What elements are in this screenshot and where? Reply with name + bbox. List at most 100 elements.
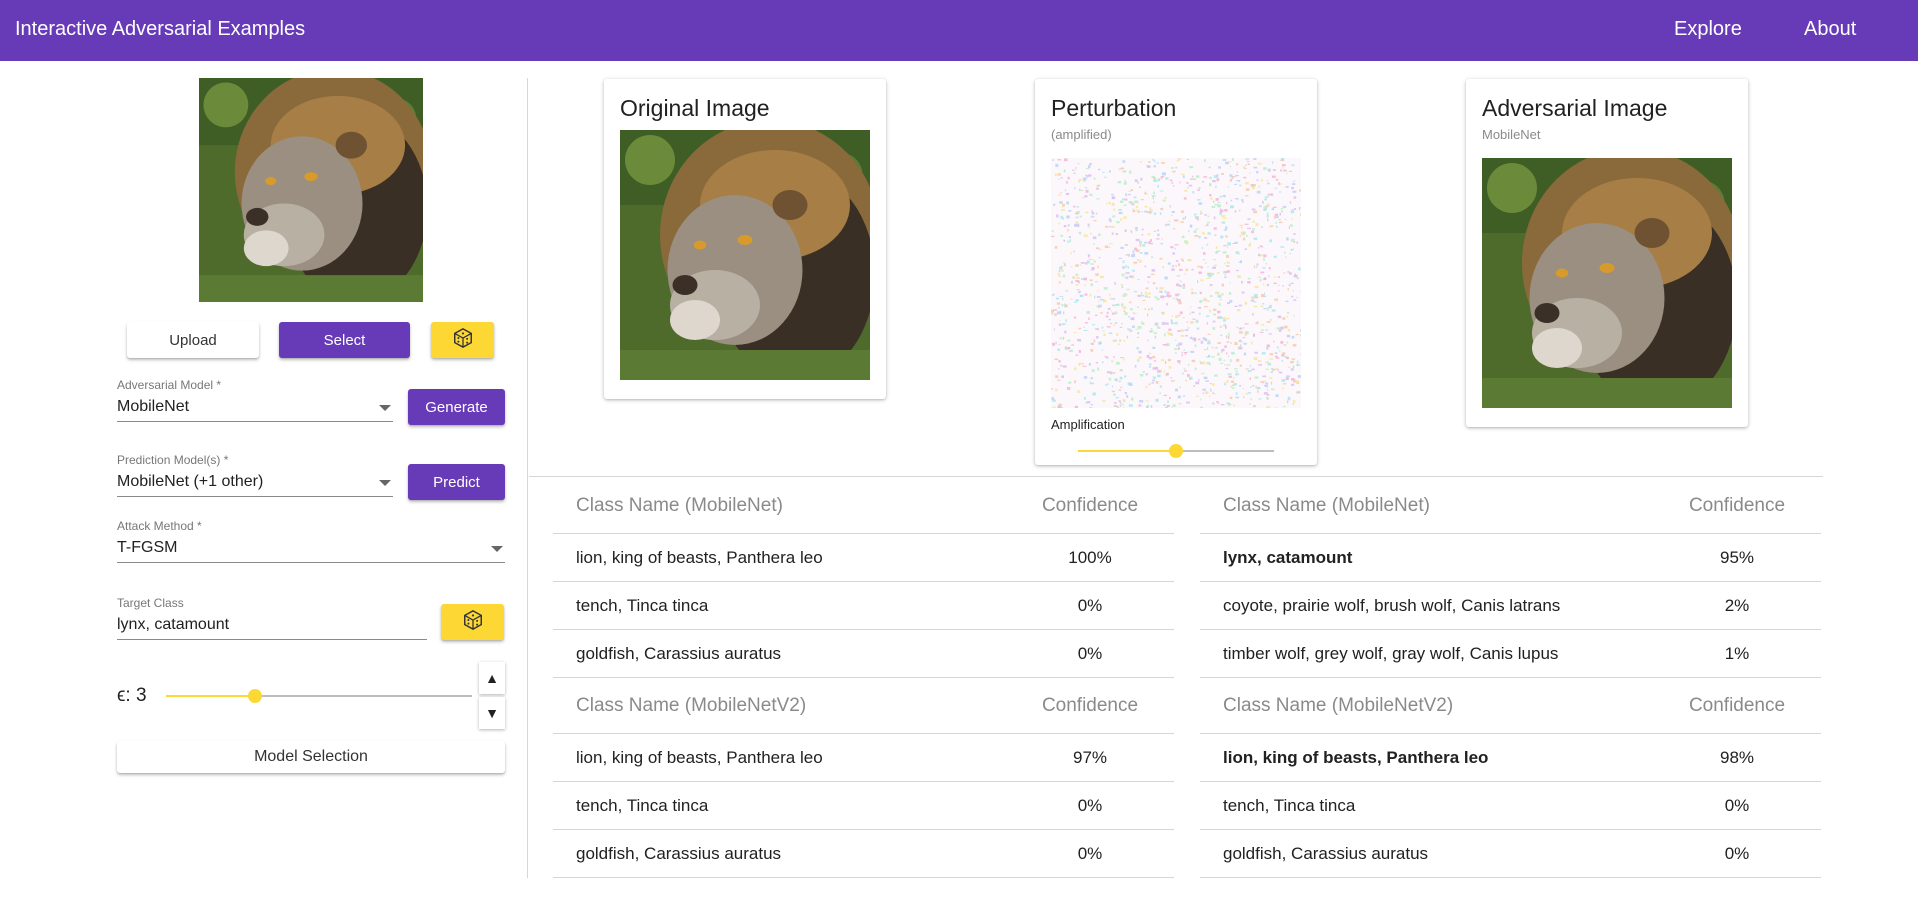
epsilon-increment-button[interactable]: ▲ bbox=[479, 662, 505, 694]
upload-button[interactable]: Upload bbox=[127, 322, 259, 358]
table-header-row: Class Name (MobileNet) Confidence bbox=[1200, 478, 1821, 534]
class-name-cell: lion, king of beasts, Panthera leo bbox=[553, 733, 1006, 782]
confidence-header: Confidence bbox=[1653, 478, 1821, 534]
random-target-button[interactable] bbox=[441, 604, 504, 640]
table-row: lion, king of beasts, Panthera leo 97% bbox=[553, 733, 1174, 782]
confidence-cell: 97% bbox=[1006, 733, 1174, 782]
confidence-cell: 0% bbox=[1006, 781, 1174, 830]
table-row: goldfish, Carassius auratus 0% bbox=[1200, 829, 1821, 878]
adversarial-image-subtitle: MobileNet bbox=[1482, 127, 1541, 142]
vertical-divider bbox=[527, 78, 528, 878]
horizontal-divider bbox=[529, 476, 1823, 477]
adversarial-model-select[interactable]: Adversarial Model * MobileNet bbox=[117, 378, 393, 422]
confidence-cell: 98% bbox=[1653, 733, 1821, 782]
class-name-cell: lion, king of beasts, Panthera leo bbox=[553, 533, 1006, 582]
prediction-models-label: Prediction Model(s) * bbox=[117, 453, 229, 467]
prediction-models-value: MobileNet (+1 other) bbox=[117, 473, 264, 490]
table-row: tench, Tinca tinca 0% bbox=[1200, 781, 1821, 830]
class-name-cell: tench, Tinca tinca bbox=[553, 581, 1006, 630]
class-name-cell: coyote, prairie wolf, brush wolf, Canis … bbox=[1200, 581, 1653, 630]
class-name-cell: timber wolf, grey wolf, gray wolf, Canis… bbox=[1200, 629, 1653, 678]
target-class-label: Target Class bbox=[117, 596, 184, 610]
generate-button[interactable]: Generate bbox=[408, 389, 505, 425]
confidence-header: Confidence bbox=[1006, 677, 1174, 734]
confidence-header: Confidence bbox=[1006, 478, 1174, 534]
table-row: lynx, catamount 95% bbox=[1200, 533, 1821, 582]
amplification-slider[interactable] bbox=[1078, 443, 1274, 459]
class-name-cell: goldfish, Carassius auratus bbox=[553, 829, 1006, 878]
attack-method-value: T-FGSM bbox=[117, 539, 178, 556]
perturbation-title: Perturbation bbox=[1051, 95, 1177, 121]
epsilon-label: ϵ: 3 bbox=[117, 685, 147, 706]
table-row: tench, Tinca tinca 0% bbox=[553, 581, 1174, 630]
class-name-cell-target-hit: lynx, catamount bbox=[1200, 533, 1653, 582]
original-predictions-table: Class Name (MobileNet) Confidence lion, … bbox=[553, 478, 1174, 878]
epsilon-decrement-button[interactable]: ▼ bbox=[479, 697, 505, 729]
confidence-cell: 95% bbox=[1653, 533, 1821, 582]
adversarial-model-value: MobileNet bbox=[117, 398, 190, 415]
original-image bbox=[620, 130, 870, 380]
amplification-label: Amplification bbox=[1051, 417, 1125, 432]
perturbation-subtitle: (amplified) bbox=[1051, 127, 1112, 142]
original-image-title: Original Image bbox=[620, 95, 770, 121]
confidence-cell: 0% bbox=[1006, 829, 1174, 878]
table-row: lion, king of beasts, Panthera leo 100% bbox=[553, 533, 1174, 582]
epsilon-slider[interactable] bbox=[166, 688, 472, 704]
adversarial-predictions-table: Class Name (MobileNet) Confidence lynx, … bbox=[1200, 478, 1821, 878]
confidence-cell: 0% bbox=[1006, 629, 1174, 678]
model-selection-button[interactable]: Model Selection bbox=[117, 741, 505, 773]
table-row: timber wolf, grey wolf, gray wolf, Canis… bbox=[1200, 629, 1821, 678]
chevron-down-icon bbox=[379, 480, 391, 486]
perturbation-card: Perturbation (amplified) Amplification bbox=[1035, 79, 1317, 465]
confidence-cell: 0% bbox=[1653, 781, 1821, 830]
chevron-down-icon bbox=[379, 405, 391, 411]
adversarial-image bbox=[1482, 158, 1732, 408]
table-row: tench, Tinca tinca 0% bbox=[553, 781, 1174, 830]
class-name-cell-original-kept: lion, king of beasts, Panthera leo bbox=[1200, 733, 1653, 782]
attack-method-select[interactable]: Attack Method * T-FGSM bbox=[117, 519, 505, 563]
triangle-down-icon: ▼ bbox=[485, 705, 499, 721]
adversarial-model-label: Adversarial Model * bbox=[117, 378, 222, 392]
table-row: goldfish, Carassius auratus 0% bbox=[553, 629, 1174, 678]
table-row: lion, king of beasts, Panthera leo 98% bbox=[1200, 733, 1821, 782]
confidence-cell: 0% bbox=[1653, 829, 1821, 878]
class-name-header: Class Name (MobileNet) bbox=[553, 478, 1006, 534]
class-name-cell: goldfish, Carassius auratus bbox=[1200, 829, 1653, 878]
table-header-row: Class Name (MobileNet) Confidence bbox=[553, 478, 1174, 534]
nav-explore[interactable]: Explore bbox=[1674, 18, 1742, 41]
adversarial-image-card: Adversarial Image MobileNet bbox=[1466, 79, 1748, 427]
select-button[interactable]: Select bbox=[279, 322, 410, 358]
adversarial-image-title: Adversarial Image bbox=[1482, 95, 1668, 121]
class-name-header: Class Name (MobileNet) bbox=[1200, 478, 1653, 534]
confidence-cell: 0% bbox=[1006, 581, 1174, 630]
class-name-header: Class Name (MobileNetV2) bbox=[1200, 677, 1653, 734]
triangle-up-icon: ▲ bbox=[485, 670, 499, 686]
table-row: coyote, prairie wolf, brush wolf, Canis … bbox=[1200, 581, 1821, 630]
confidence-cell: 2% bbox=[1653, 581, 1821, 630]
target-class-input[interactable]: Target Class lynx, catamount bbox=[117, 596, 427, 640]
random-image-button[interactable] bbox=[431, 322, 494, 358]
target-class-value: lynx, catamount bbox=[117, 616, 230, 633]
table-header-row: Class Name (MobileNetV2) Confidence bbox=[1200, 677, 1821, 734]
predict-button[interactable]: Predict bbox=[408, 464, 505, 500]
attack-method-label: Attack Method * bbox=[117, 519, 202, 533]
class-name-header: Class Name (MobileNetV2) bbox=[553, 677, 1006, 734]
perturbation-image bbox=[1051, 158, 1301, 408]
dice-icon bbox=[452, 327, 474, 353]
prediction-models-select[interactable]: Prediction Model(s) * MobileNet (+1 othe… bbox=[117, 453, 393, 497]
table-row: goldfish, Carassius auratus 0% bbox=[553, 829, 1174, 878]
confidence-cell: 100% bbox=[1006, 533, 1174, 582]
class-name-cell: tench, Tinca tinca bbox=[553, 781, 1006, 830]
class-name-cell: tench, Tinca tinca bbox=[1200, 781, 1653, 830]
epsilon-slider-thumb[interactable] bbox=[248, 689, 262, 703]
app-title: Interactive Adversarial Examples bbox=[15, 18, 306, 40]
amplification-slider-thumb[interactable] bbox=[1169, 444, 1183, 458]
selected-image-thumbnail bbox=[199, 78, 423, 302]
table-header-row: Class Name (MobileNetV2) Confidence bbox=[553, 677, 1174, 734]
app-bar: Interactive Adversarial Examples Explore… bbox=[0, 0, 1918, 61]
class-name-cell: goldfish, Carassius auratus bbox=[553, 629, 1006, 678]
original-image-card: Original Image bbox=[604, 79, 886, 399]
nav-about[interactable]: About bbox=[1804, 18, 1856, 41]
chevron-down-icon bbox=[491, 546, 503, 552]
dice-icon bbox=[462, 609, 484, 635]
